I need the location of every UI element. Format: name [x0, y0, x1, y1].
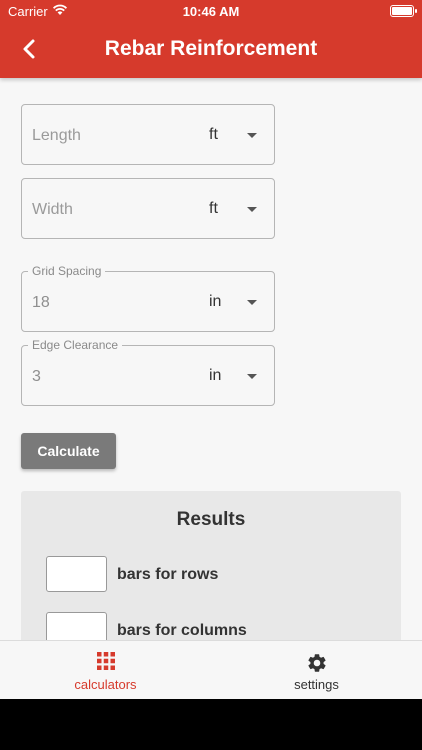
width-placeholder: Width — [32, 201, 73, 218]
caret-down-icon[interactable] — [247, 374, 257, 379]
status-bar: Carrier 10:46 AM — [0, 0, 422, 24]
gear-icon — [307, 654, 326, 672]
page-title: Rebar Reinforcement — [104, 37, 318, 60]
grid-spacing-field[interactable]: Grid Spacing 18 in — [21, 264, 275, 332]
length-unit-select[interactable]: ft — [209, 126, 218, 144]
app-screen: Carrier 10:46 AM Rebar Reinforcement Len… — [0, 0, 422, 699]
bars-for-rows-label: bars for rows — [117, 566, 219, 583]
grid-spacing-unit-select[interactable]: in — [209, 293, 221, 311]
length-field[interactable]: Length ft — [21, 104, 275, 165]
clock: 10:46 AM — [182, 4, 240, 19]
bottom-navigation: calculators settings — [0, 640, 422, 699]
width-field[interactable]: Width ft — [21, 178, 275, 239]
bars-for-rows-output — [46, 556, 107, 592]
grid-spacing-value[interactable]: 18 — [32, 294, 50, 312]
edge-clearance-value[interactable]: 3 — [32, 368, 41, 386]
tab-calculators-label: calculators — [74, 677, 137, 692]
length-placeholder: Length — [32, 127, 81, 144]
tab-calculators[interactable]: calculators — [0, 641, 211, 699]
grid-spacing-label: Grid Spacing — [28, 264, 106, 278]
battery-icon — [390, 5, 417, 17]
width-unit-select[interactable]: ft — [209, 200, 218, 218]
edge-clearance-unit-select[interactable]: in — [209, 367, 221, 385]
tab-settings[interactable]: settings — [211, 641, 422, 699]
grid-icon — [96, 652, 115, 670]
edge-clearance-label: Edge Clearance — [28, 338, 123, 352]
caret-down-icon[interactable] — [247, 207, 257, 212]
edge-clearance-field[interactable]: Edge Clearance 3 in — [21, 338, 275, 406]
caret-down-icon[interactable] — [247, 300, 257, 305]
tab-settings-label: settings — [294, 677, 339, 692]
caret-down-icon[interactable] — [247, 133, 257, 138]
calculate-button[interactable]: Calculate — [21, 433, 116, 469]
app-bar: Carrier 10:46 AM Rebar Reinforcement — [0, 0, 422, 78]
bars-for-columns-label: bars for columns — [117, 622, 247, 639]
results-title: Results — [176, 509, 246, 530]
